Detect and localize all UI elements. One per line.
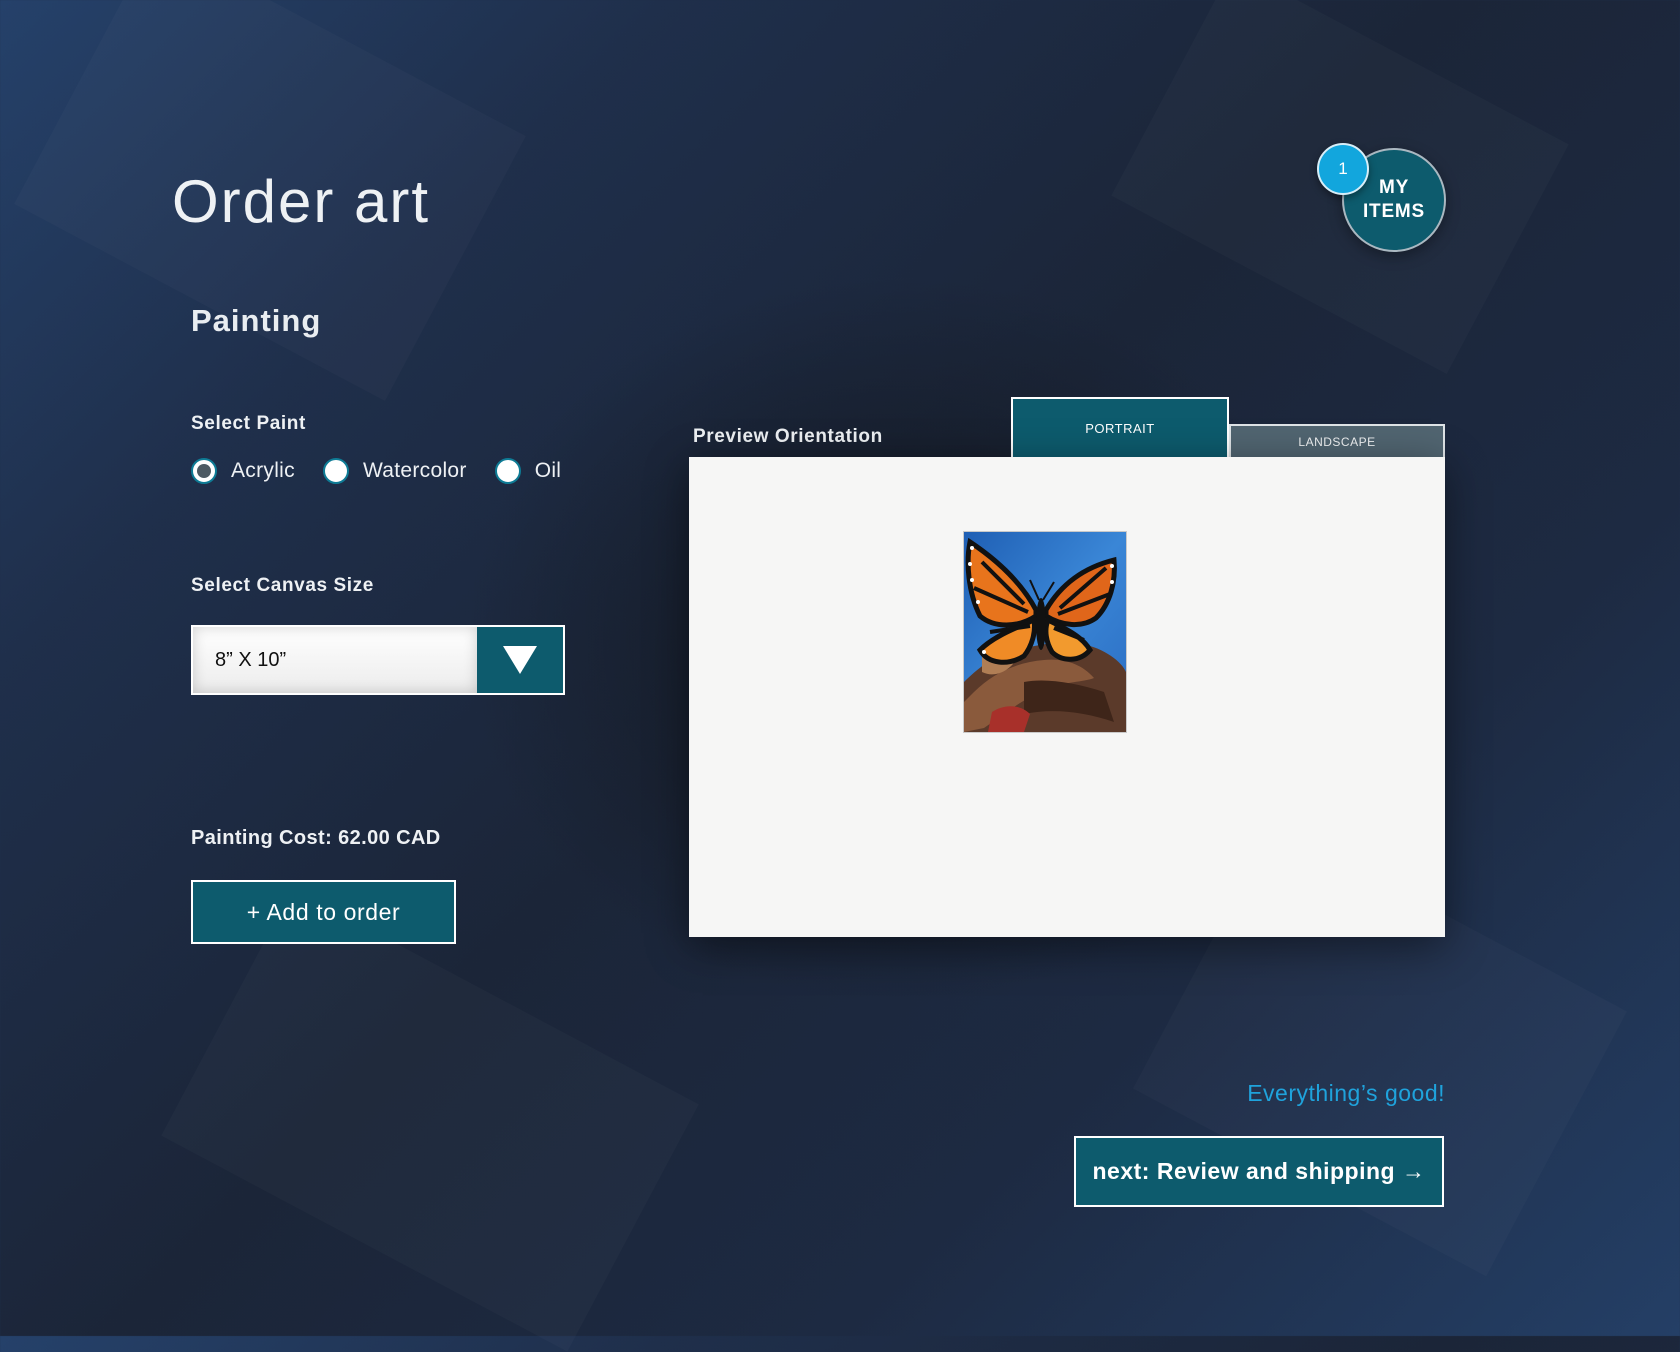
radio-button-icon[interactable]: [322, 458, 349, 484]
paint-radio-group: Acrylic Watercolor Oil: [191, 455, 589, 487]
select-paint-label: Select Paint: [191, 413, 306, 434]
items-count-badge: 1: [1317, 143, 1369, 195]
add-to-order-button[interactable]: + Add to order: [191, 880, 456, 944]
butterfly-painting-image: [964, 532, 1126, 732]
artwork-preview-image: [963, 531, 1127, 733]
chevron-down-icon: [503, 646, 537, 674]
radio-button-icon[interactable]: [191, 458, 217, 484]
radio-label: Watercolor: [362, 459, 467, 482]
my-items-label-line1: MY: [1378, 177, 1410, 199]
radio-button-icon[interactable]: [494, 458, 521, 484]
canvas-size-label: Select Canvas Size: [191, 575, 374, 596]
section-title: Painting: [191, 303, 322, 338]
status-message: Everything’s good!: [1247, 1080, 1445, 1106]
dropdown-toggle[interactable]: [477, 627, 563, 693]
radio-oil[interactable]: Oil: [494, 458, 562, 484]
next-review-shipping-button[interactable]: next: Review and shipping →: [1074, 1136, 1444, 1207]
radio-label: Acrylic: [231, 459, 295, 482]
painting-cost: Painting Cost: 62.00 CAD: [191, 827, 441, 849]
canvas-size-select[interactable]: 8” X 10”: [191, 625, 565, 695]
radio-watercolor[interactable]: Watercolor: [322, 458, 467, 484]
preview-orientation-label: Preview Orientation: [693, 426, 883, 447]
radio-selected-dot: [197, 464, 211, 478]
page-title: Order art: [172, 168, 431, 235]
radio-acrylic[interactable]: Acrylic: [191, 458, 295, 484]
radio-label: Oil: [534, 459, 562, 482]
my-items-label-line2: ITEMS: [1362, 201, 1426, 222]
background-facet: [161, 888, 699, 1351]
canvas-size-value[interactable]: 8” X 10”: [193, 627, 477, 693]
preview-panel: [689, 457, 1445, 937]
tab-portrait[interactable]: PORTRAIT: [1011, 397, 1229, 457]
tab-landscape[interactable]: LANDSCAPE: [1229, 424, 1445, 457]
